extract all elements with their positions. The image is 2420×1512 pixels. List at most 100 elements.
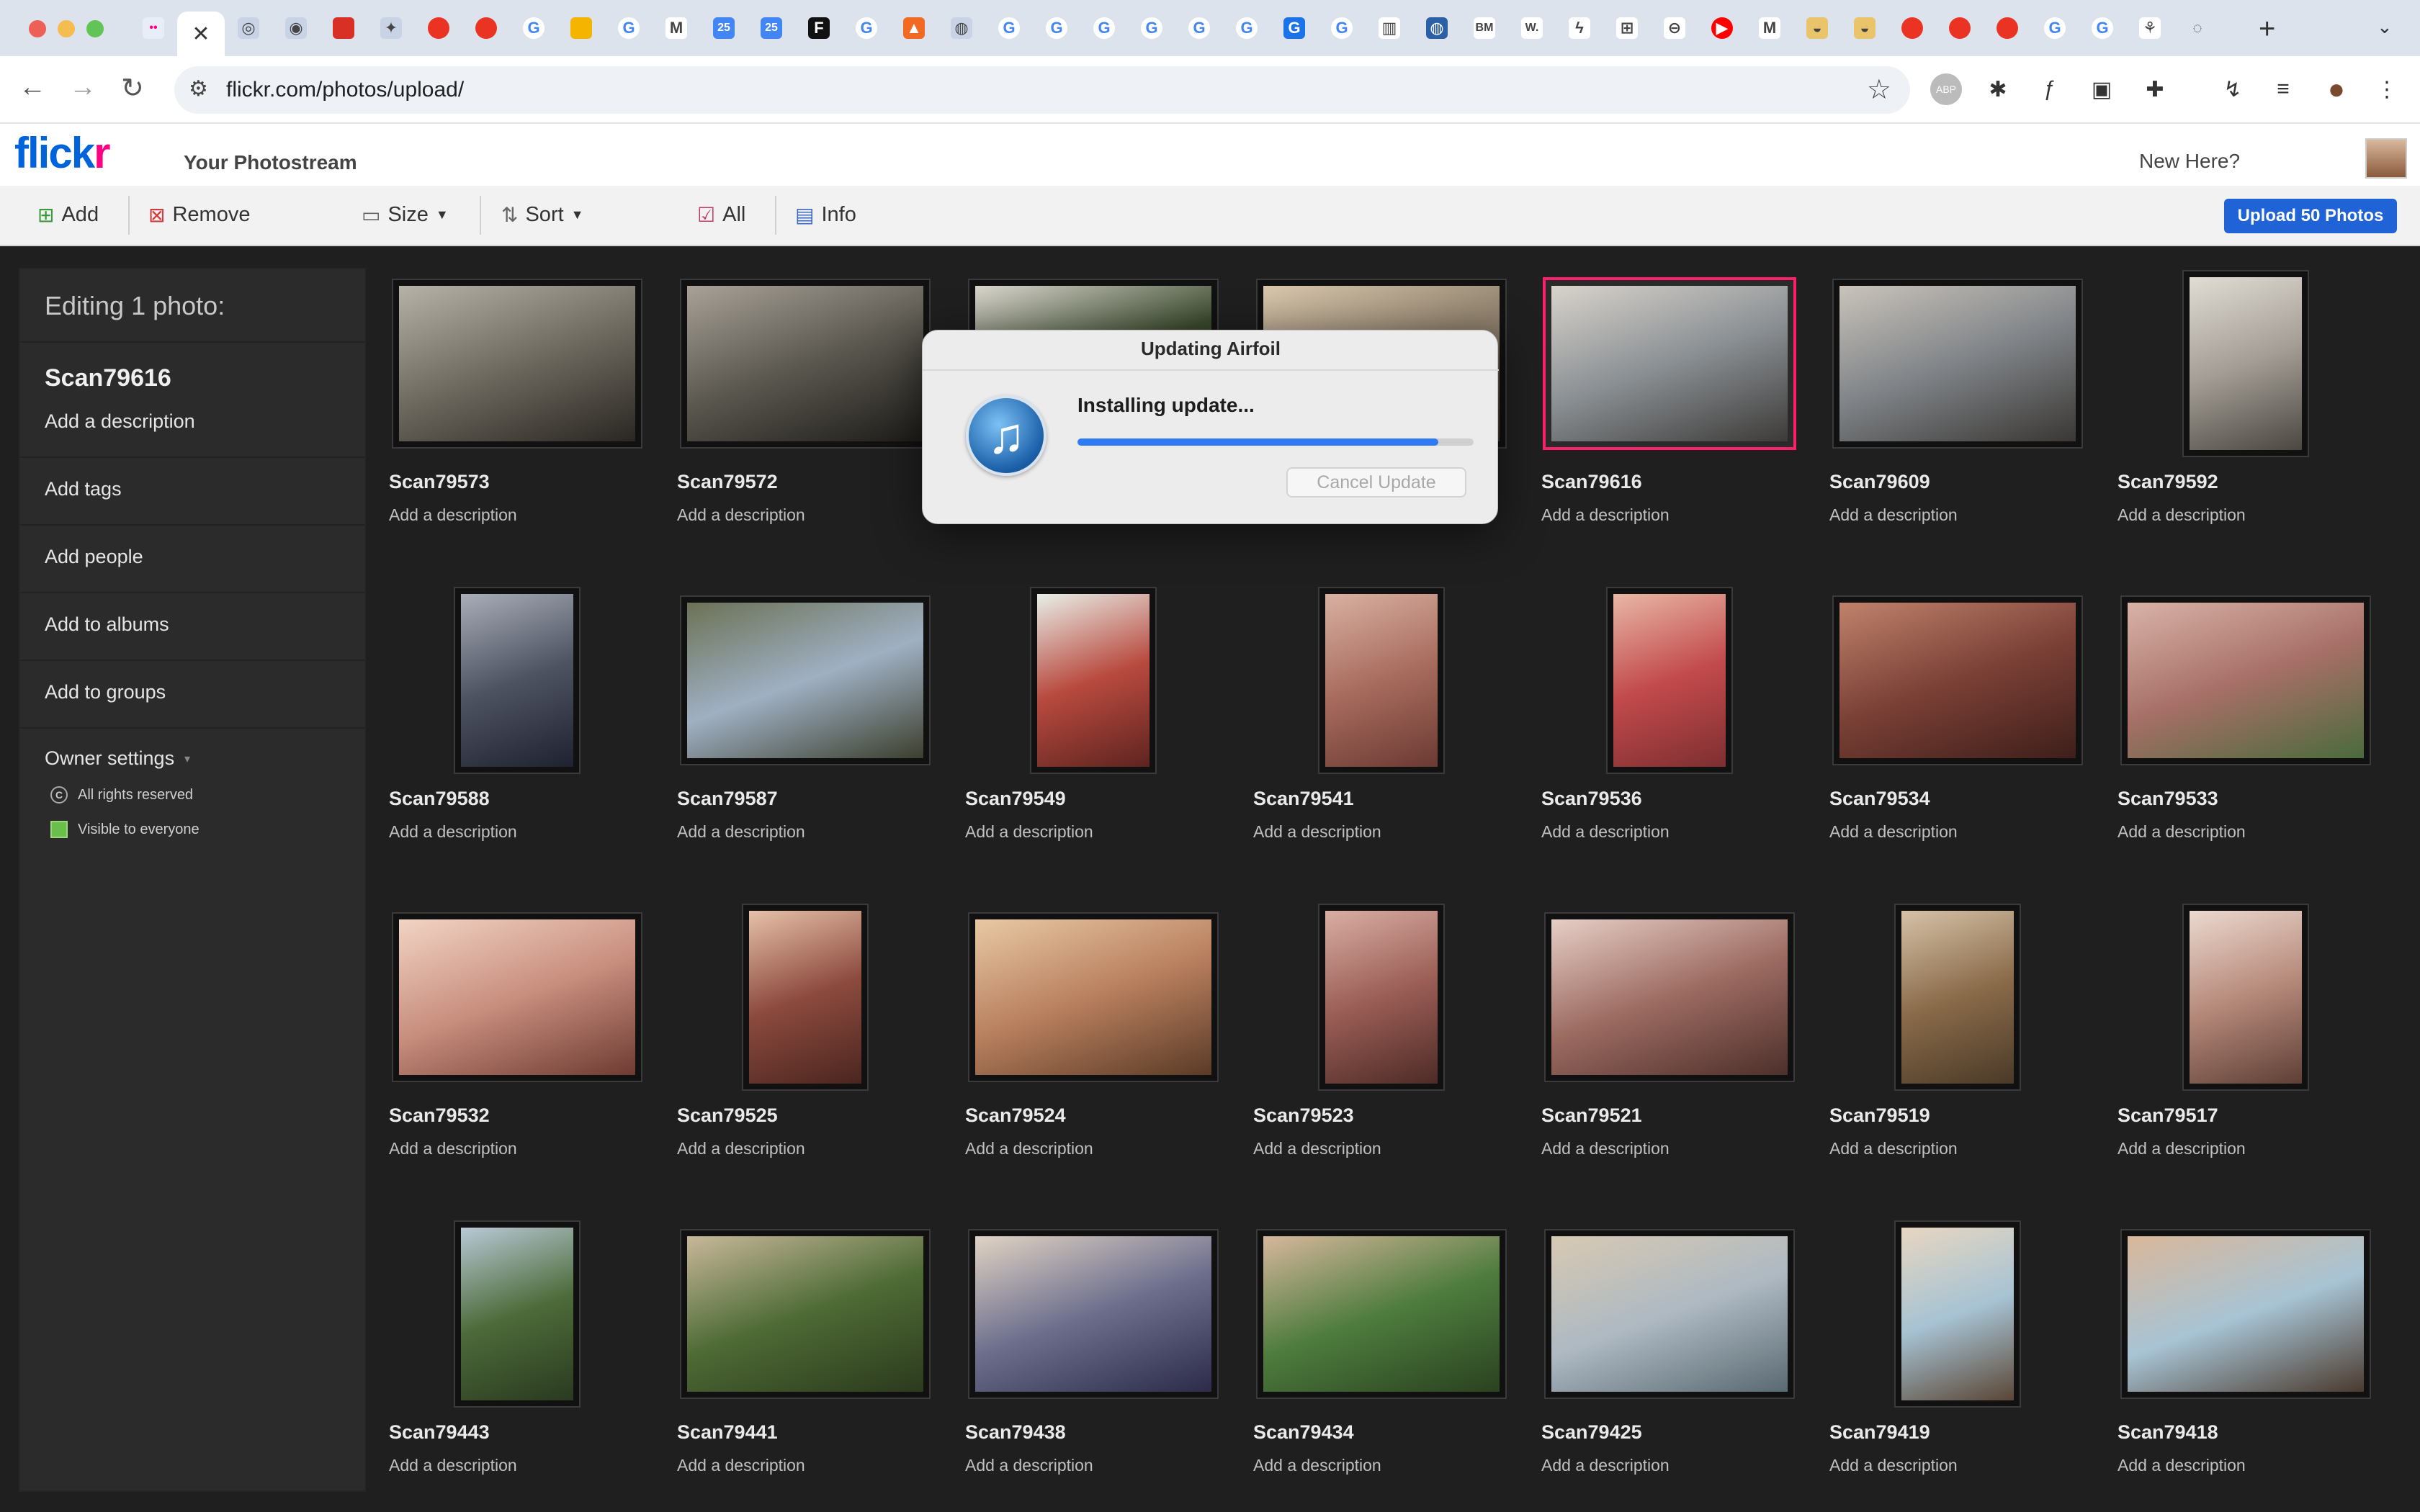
photo-thumb-frame[interactable] [1829, 268, 2086, 459]
photo-thumbnail[interactable] [455, 1222, 579, 1406]
photo-thumbnail[interactable] [2184, 271, 2308, 456]
photo-item[interactable]: Scan79533 Add a description [2118, 585, 2391, 901]
browser-tab[interactable]: G [843, 12, 890, 45]
photo-thumb-frame[interactable] [965, 1218, 1222, 1410]
photo-thumbnail[interactable] [1543, 277, 1796, 450]
photo-item[interactable]: Scan79438 Add a description [965, 1218, 1239, 1512]
browser-tab[interactable]: ▶ [1698, 12, 1746, 45]
photo-thumbnail[interactable] [1834, 280, 2081, 447]
photo-title[interactable]: Scan79419 [1829, 1421, 1930, 1444]
photostream-link[interactable]: Your Photostream [184, 151, 357, 174]
browser-tab[interactable]: ✦ [367, 12, 415, 45]
photo-title[interactable]: Scan79525 [677, 1104, 778, 1127]
photo-thumbnail[interactable] [1896, 905, 2020, 1089]
photo-description[interactable]: Add a description [2118, 1139, 2246, 1158]
photo-title[interactable]: Scan79438 [965, 1421, 1066, 1444]
photo-title[interactable]: Scan79609 [1829, 471, 1930, 493]
photo-item[interactable]: Scan79441 Add a description [677, 1218, 951, 1512]
photo-thumb-frame[interactable] [677, 901, 933, 1093]
browser-tab[interactable]: W. [1508, 12, 1556, 45]
photo-item[interactable]: Scan79443 Add a description [389, 1218, 663, 1512]
browser-tab[interactable]: G [1223, 12, 1270, 45]
browser-tab[interactable]: G [1270, 12, 1318, 45]
script-icon[interactable]: ƒ [2034, 73, 2066, 105]
photo-title[interactable]: Scan79443 [389, 1421, 490, 1444]
browser-tab[interactable] [320, 12, 367, 45]
browser-tab[interactable]: G [2031, 12, 2079, 45]
photo-item[interactable]: Scan79532 Add a description [389, 901, 663, 1218]
browser-tab[interactable]: 25 [748, 12, 795, 45]
photo-item[interactable]: Scan79517 Add a description [2118, 901, 2391, 1218]
photo-description[interactable]: Add a description [389, 822, 517, 842]
photo-item[interactable]: Scan79573 Add a description [389, 268, 663, 585]
photo-thumb-frame[interactable] [389, 268, 645, 459]
browser-tab[interactable]: G [1128, 12, 1175, 45]
add-tags-field[interactable]: Add tags [45, 478, 122, 500]
browser-tab[interactable] [1936, 12, 1984, 45]
photo-description[interactable]: Add a description [677, 822, 805, 842]
bookmark-star-icon[interactable]: ☆ [1867, 73, 1891, 106]
browser-tab[interactable]: M [653, 12, 700, 45]
photo-description[interactable]: Add a description [1541, 822, 1670, 842]
photo-thumbnail[interactable] [743, 905, 867, 1089]
remove-button[interactable]: ⊠ Remove [148, 203, 250, 227]
browser-tab[interactable]: G [1033, 12, 1080, 45]
browser-tab[interactable] [462, 12, 510, 45]
photo-description[interactable]: Add a description [1829, 505, 1958, 525]
photo-description[interactable]: Add a description [2118, 822, 2246, 842]
browser-tab[interactable]: ◒ [1841, 12, 1888, 45]
browser-tab[interactable]: G [1175, 12, 1223, 45]
photo-thumb-frame[interactable] [1253, 1218, 1510, 1410]
description-field[interactable]: Add a description [45, 410, 195, 433]
photo-item[interactable]: Scan79549 Add a description [965, 585, 1239, 901]
privacy-setting[interactable]: Visible to everyone [50, 821, 200, 838]
photo-title[interactable]: Scan79532 [389, 1104, 490, 1127]
photo-title[interactable]: Scan79418 [2118, 1421, 2218, 1444]
photo-thumb-frame[interactable] [965, 901, 1222, 1093]
photo-thumbnail[interactable] [1546, 1230, 1793, 1398]
window-minimize-button[interactable] [58, 20, 75, 37]
photo-title[interactable]: Scan79517 [2118, 1104, 2218, 1127]
photo-thumbnail[interactable] [1896, 1222, 2020, 1406]
photo-description[interactable]: Add a description [1253, 1139, 1381, 1158]
add-to-albums-field[interactable]: Add to albums [45, 613, 169, 636]
photo-title[interactable]: Scan79534 [1829, 788, 1930, 810]
browser-tab[interactable]: ⊖ [1651, 12, 1698, 45]
photo-thumbnail[interactable] [1319, 588, 1443, 773]
photo-item[interactable]: Scan79434 Add a description [1253, 1218, 1527, 1512]
photo-item[interactable]: Scan79536 Add a description [1541, 585, 1815, 901]
photo-description[interactable]: Add a description [1253, 1456, 1381, 1475]
photo-thumb-frame[interactable] [965, 585, 1222, 776]
puzzle-icon[interactable]: ✚ [2139, 73, 2171, 105]
add-to-groups-field[interactable]: Add to groups [45, 681, 166, 703]
photo-item[interactable]: Scan79519 Add a description [1829, 901, 2103, 1218]
photo-thumb-frame[interactable] [677, 1218, 933, 1410]
browser-tab[interactable]: ▲ [890, 12, 938, 45]
photo-thumb-frame[interactable] [1253, 901, 1510, 1093]
browser-tab[interactable]: G [2079, 12, 2126, 45]
photo-item[interactable]: Scan79587 Add a description [677, 585, 951, 901]
photo-description[interactable]: Add a description [2118, 1456, 2246, 1475]
photo-item[interactable]: Scan79525 Add a description [677, 901, 951, 1218]
size-dropdown[interactable]: ▭ Size ▼ [362, 203, 449, 227]
browser-tab[interactable]: ◎ [225, 12, 272, 45]
avatar[interactable] [2365, 138, 2407, 179]
photo-thumbnail[interactable] [2184, 905, 2308, 1089]
photo-thumb-frame[interactable] [1541, 1218, 1798, 1410]
bolt-icon[interactable]: ↯ [2217, 73, 2249, 105]
photo-title[interactable]: Scan79441 [677, 1421, 778, 1444]
photo-title[interactable]: Scan79533 [2118, 788, 2218, 810]
flickr-logo[interactable]: flickr [14, 128, 110, 178]
kebab-menu-icon[interactable]: ⋮ [2371, 73, 2403, 105]
photo-thumb-frame[interactable] [2118, 901, 2374, 1093]
queue-icon[interactable]: ≡ [2267, 73, 2299, 105]
photo-thumb-frame[interactable] [1541, 901, 1798, 1093]
photo-thumbnail[interactable] [2122, 597, 2370, 764]
photo-description[interactable]: Add a description [1829, 1456, 1958, 1475]
photo-title[interactable]: Scan79434 [1253, 1421, 1354, 1444]
add-button[interactable]: ⊞ Add [37, 203, 99, 227]
browser-tab[interactable]: M [1746, 12, 1793, 45]
site-settings-icon[interactable]: ⚙ [189, 76, 208, 102]
photo-thumbnail[interactable] [455, 588, 579, 773]
photo-item[interactable]: Scan79534 Add a description [1829, 585, 2103, 901]
